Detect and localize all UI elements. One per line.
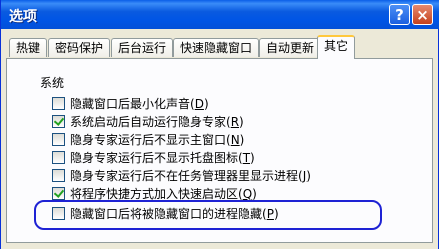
checkbox[interactable] bbox=[52, 96, 65, 110]
highlight-ring bbox=[34, 200, 382, 230]
option-hide-main-window[interactable]: 隐身专家运行后不显示主窗口(N) bbox=[52, 131, 244, 147]
section-system-label: 系统 bbox=[40, 76, 65, 90]
checkbox[interactable] bbox=[52, 114, 65, 128]
tab-strip: 热键 密码保护 后台运行 快速隐藏窗口 自动更新 其它 bbox=[1, 29, 439, 59]
option-label: 隐藏窗口后最小化声音(D) bbox=[70, 96, 209, 111]
window-title: 选项 bbox=[9, 9, 37, 25]
checkbox[interactable] bbox=[52, 168, 65, 182]
help-icon: ? bbox=[395, 5, 404, 24]
title-bar[interactable]: 选项 ? × bbox=[1, 0, 439, 29]
option-label: 隐身专家运行后不显示托盘图标(T) bbox=[70, 150, 255, 165]
option-minimize-sound[interactable]: 隐藏窗口后最小化声音(D) bbox=[52, 95, 209, 111]
checkbox[interactable] bbox=[52, 132, 65, 146]
checkbox[interactable] bbox=[52, 186, 65, 200]
tab-password[interactable]: 密码保护 bbox=[48, 38, 111, 57]
option-label: 隐身专家运行后不在任务管理器里显示进程(J) bbox=[70, 168, 311, 183]
options-dialog: 选项 ? × 热键 密码保护 后台运行 快速隐藏窗口 自动更新 其它 系统 隐藏… bbox=[0, 0, 439, 249]
option-quick-launch-shortcut[interactable]: 将程序快捷方式加入快速启动区(Q) bbox=[52, 185, 257, 201]
option-label: 系统启动后自动运行隐身专家(R) bbox=[70, 114, 244, 129]
tab-other[interactable]: 其它 bbox=[317, 35, 356, 59]
tab-background[interactable]: 后台运行 bbox=[111, 38, 174, 57]
tab-quick-hide[interactable]: 快速隐藏窗口 bbox=[173, 38, 260, 57]
checkbox[interactable] bbox=[52, 150, 65, 164]
tab-hotkeys[interactable]: 热键 bbox=[9, 38, 48, 57]
close-button[interactable]: × bbox=[412, 4, 433, 25]
option-hide-process-taskmgr[interactable]: 隐身专家运行后不在任务管理器里显示进程(J) bbox=[52, 167, 311, 183]
option-auto-start[interactable]: 系统启动后自动运行隐身专家(R) bbox=[52, 113, 244, 129]
close-icon: × bbox=[416, 5, 429, 24]
option-label: 隐身专家运行后不显示主窗口(N) bbox=[70, 132, 245, 147]
help-button[interactable]: ? bbox=[389, 4, 410, 25]
option-label: 将程序快捷方式加入快速启动区(Q) bbox=[70, 186, 257, 201]
option-hide-tray-icon[interactable]: 隐身专家运行后不显示托盘图标(T) bbox=[52, 149, 255, 165]
tab-auto-update[interactable]: 自动更新 bbox=[259, 38, 322, 57]
